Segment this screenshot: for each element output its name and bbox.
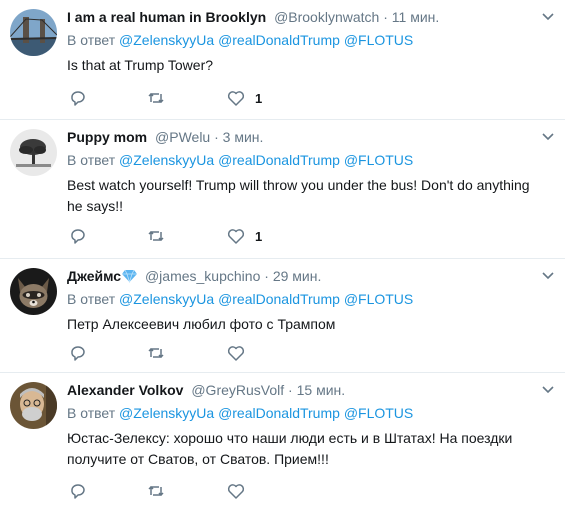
separator-dot: · bbox=[383, 9, 388, 25]
tweet[interactable]: Alexander Volkov @GreyRusVolf · 15 мин. … bbox=[0, 373, 565, 507]
reply-prefix: В ответ bbox=[67, 291, 116, 307]
reply-button[interactable] bbox=[69, 88, 87, 108]
mention-link[interactable]: @FLOTUS bbox=[344, 32, 413, 48]
avatar[interactable] bbox=[10, 9, 57, 56]
reply-icon bbox=[71, 229, 85, 244]
tweet-actions bbox=[67, 481, 327, 501]
retweet-button[interactable] bbox=[147, 226, 165, 246]
heart-icon bbox=[227, 91, 245, 106]
timestamp[interactable]: 29 мин. bbox=[273, 268, 322, 284]
separator-dot: · bbox=[264, 268, 269, 284]
mention-link[interactable]: @realDonaldTrump bbox=[218, 405, 340, 421]
mention-link[interactable]: @realDonaldTrump bbox=[218, 152, 340, 168]
chevron-down-icon[interactable] bbox=[541, 269, 555, 283]
timestamp[interactable]: 15 мин. bbox=[297, 382, 346, 398]
avatar[interactable] bbox=[10, 129, 57, 176]
brooklyn-bridge-avatar-icon bbox=[10, 9, 57, 56]
user-handle[interactable]: @james_kupchino bbox=[145, 268, 260, 284]
reply-icon bbox=[71, 91, 85, 106]
tweet[interactable]: Puppy mom @PWelu · 3 мин. В ответ @Zelen… bbox=[0, 120, 565, 259]
heart-icon bbox=[227, 484, 245, 499]
mention-link[interactable]: @ZelenskyyUa bbox=[119, 405, 214, 421]
tweet-feed: I am a real human in Brooklyn @Brooklynw… bbox=[0, 0, 565, 507]
tweet-actions: 1 bbox=[67, 88, 327, 108]
retweet-icon bbox=[148, 347, 164, 359]
raccoon-avatar-icon bbox=[10, 268, 57, 315]
reply-button[interactable] bbox=[69, 226, 87, 246]
reply-icon bbox=[71, 484, 85, 499]
reply-context: В ответ @ZelenskyyUa @realDonaldTrump @F… bbox=[67, 404, 535, 422]
mention-link[interactable]: @realDonaldTrump bbox=[218, 32, 340, 48]
like-count: 1 bbox=[255, 228, 263, 244]
mention-link[interactable]: @FLOTUS bbox=[344, 291, 413, 307]
diamond-icon bbox=[122, 269, 138, 283]
user-handle[interactable]: @Brooklynwatch bbox=[274, 9, 379, 25]
heart-icon bbox=[227, 229, 245, 244]
user-handle[interactable]: @PWelu bbox=[155, 129, 210, 145]
retweet-button[interactable] bbox=[147, 343, 165, 363]
tree-avatar-icon bbox=[10, 129, 57, 176]
reply-button[interactable] bbox=[69, 343, 87, 363]
retweet-icon bbox=[148, 485, 164, 497]
mention-link[interactable]: @FLOTUS bbox=[344, 405, 413, 421]
tweet-text: Юстас-Зелексу: хорошо что наши люди есть… bbox=[67, 430, 513, 467]
chevron-down-icon[interactable] bbox=[541, 130, 555, 144]
chevron-down-icon[interactable] bbox=[541, 10, 555, 24]
user-handle[interactable]: @GreyRusVolf bbox=[191, 382, 284, 398]
reply-context: В ответ @ZelenskyyUa @realDonaldTrump @F… bbox=[67, 31, 535, 49]
display-name[interactable]: Джеймс bbox=[67, 268, 121, 284]
timestamp[interactable]: 3 мин. bbox=[223, 129, 264, 145]
like-button[interactable]: 1 bbox=[227, 226, 262, 246]
tweet-text: Is that at Trump Tower? bbox=[67, 57, 214, 73]
separator-dot: · bbox=[288, 382, 293, 398]
reply-prefix: В ответ bbox=[67, 32, 116, 48]
reply-prefix: В ответ bbox=[67, 405, 116, 421]
like-button[interactable] bbox=[227, 481, 245, 501]
mention-link[interactable]: @ZelenskyyUa bbox=[119, 152, 214, 168]
mention-link[interactable]: @FLOTUS bbox=[344, 152, 413, 168]
display-name[interactable]: Alexander Volkov bbox=[67, 382, 183, 398]
chevron-down-icon[interactable] bbox=[541, 383, 555, 397]
retweet-icon bbox=[148, 92, 164, 104]
avatar[interactable] bbox=[10, 382, 57, 429]
reply-prefix: В ответ bbox=[67, 152, 116, 168]
tweet-text: Петр Алексеевич любил фото с Трампом bbox=[67, 316, 336, 332]
retweet-icon bbox=[148, 230, 164, 242]
mention-link[interactable]: @ZelenskyyUa bbox=[119, 291, 214, 307]
reply-button[interactable] bbox=[69, 481, 87, 501]
reply-context: В ответ @ZelenskyyUa @realDonaldTrump @F… bbox=[67, 290, 535, 308]
tweet-actions: 1 bbox=[67, 226, 327, 246]
reply-context: В ответ @ZelenskyyUa @realDonaldTrump @F… bbox=[67, 151, 535, 169]
separator-dot: · bbox=[214, 129, 219, 145]
timestamp[interactable]: 11 мин. bbox=[392, 9, 440, 25]
display-name[interactable]: I am a real human in Brooklyn bbox=[67, 9, 266, 25]
tweet[interactable]: I am a real human in Brooklyn @Brooklynw… bbox=[0, 0, 565, 120]
tweet-actions bbox=[67, 343, 327, 363]
retweet-button[interactable] bbox=[147, 481, 165, 501]
like-count: 1 bbox=[255, 90, 263, 106]
man-avatar-icon bbox=[10, 382, 57, 429]
like-button[interactable]: 1 bbox=[227, 88, 262, 108]
tweet-text: Best watch yourself! Trump will throw yo… bbox=[67, 177, 530, 214]
avatar[interactable] bbox=[10, 268, 57, 315]
reply-icon bbox=[71, 346, 85, 361]
display-name[interactable]: Puppy mom bbox=[67, 129, 147, 145]
retweet-button[interactable] bbox=[147, 88, 165, 108]
mention-link[interactable]: @ZelenskyyUa bbox=[119, 32, 214, 48]
heart-icon bbox=[227, 346, 245, 361]
like-button[interactable] bbox=[227, 343, 245, 363]
tweet[interactable]: Джеймс @james_kupchino · 29 мин. В ответ… bbox=[0, 259, 565, 373]
mention-link[interactable]: @realDonaldTrump bbox=[218, 291, 340, 307]
